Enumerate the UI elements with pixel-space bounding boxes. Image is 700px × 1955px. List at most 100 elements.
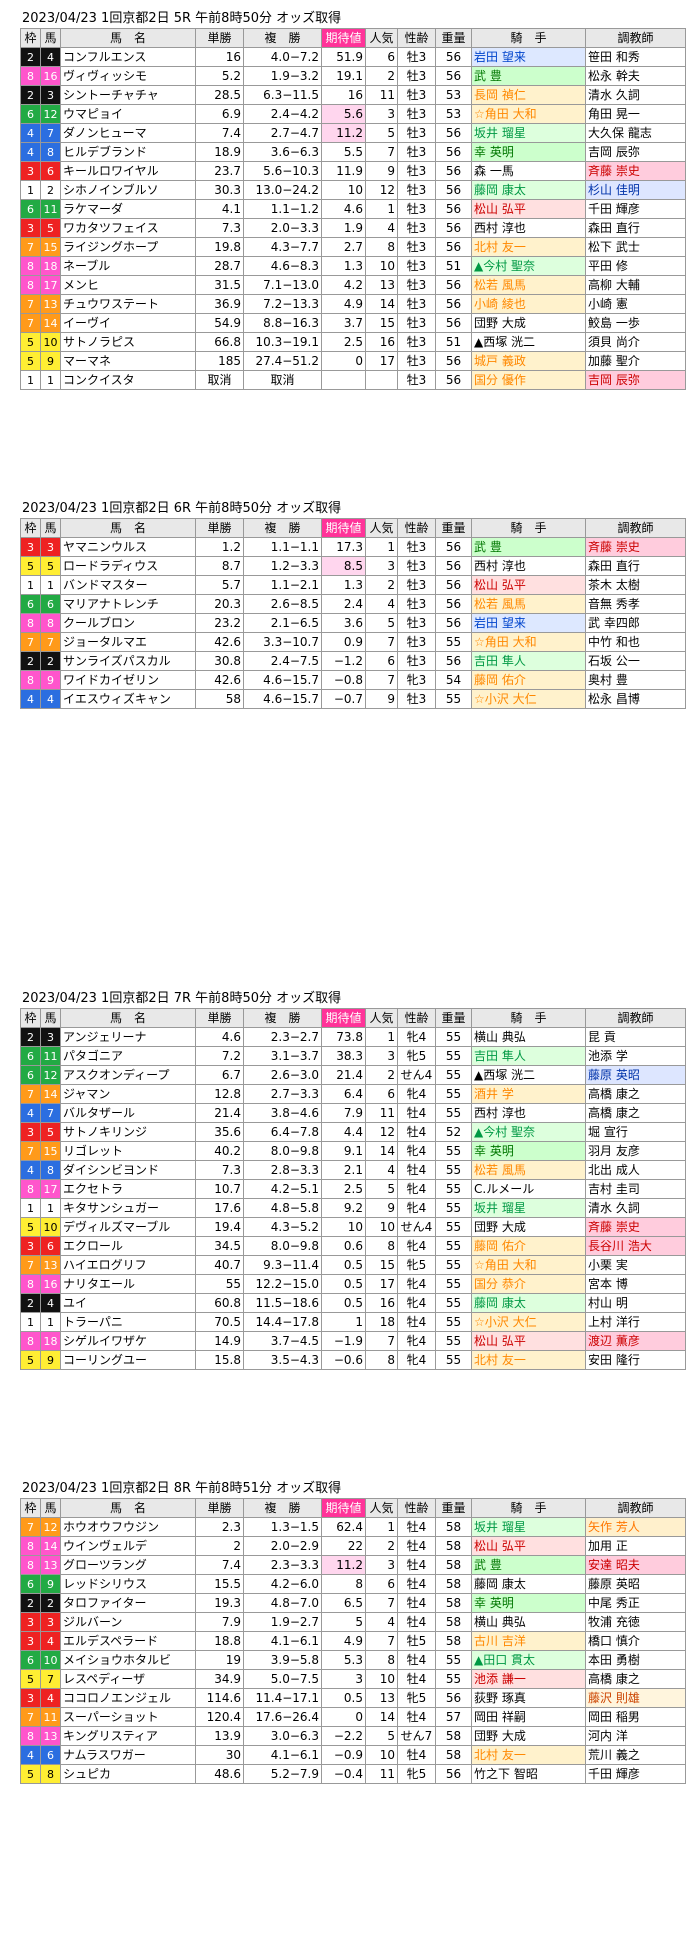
sex-age-cell: せん4 [397, 1217, 436, 1237]
table-row: 1 1 バンドマスター 5.7 1.1−2.1 1.3 2 牡3 56 松山 弘平 茶木 太樹 [20, 575, 686, 595]
sex-age-cell: 牡3 [397, 594, 436, 614]
weight-cell: 53 [435, 104, 472, 124]
horse-name-cell: デヴィルズマーブル [60, 1217, 196, 1237]
header-waku: 枠 [20, 28, 41, 48]
place-odds-cell: 6.4−7.8 [243, 1122, 322, 1142]
popularity-cell: 6 [365, 1084, 398, 1104]
waku-cell: 5 [20, 1764, 41, 1784]
sex-age-cell: 牡3 [397, 370, 436, 390]
win-odds-cell: 19.8 [195, 237, 244, 257]
horse-number-cell: 4 [40, 1631, 61, 1651]
expected-value-cell: 1 [321, 1312, 366, 1332]
place-odds-cell: 4.6−15.7 [243, 670, 322, 690]
trainer-cell: 宮本 博 [585, 1274, 686, 1294]
win-odds-cell: 5.2 [195, 66, 244, 86]
sex-age-cell: 牡3 [397, 199, 436, 219]
race-title: 2023/04/23 1回京都2日 7R 午前8時50分 オッズ取得 [22, 991, 342, 1006]
horse-number-cell: 14 [40, 1084, 61, 1104]
popularity-cell: 4 [365, 1160, 398, 1180]
waku-cell: 5 [20, 1217, 41, 1237]
trainer-cell: 吉岡 辰弥 [585, 142, 686, 162]
sex-age-cell: 牡4 [397, 1312, 436, 1332]
jockey-cell: 松山 弘平 [471, 1331, 586, 1351]
waku-cell: 8 [20, 1555, 41, 1575]
race-title: 2023/04/23 1回京都2日 8R 午前8時51分 オッズ取得 [22, 1481, 342, 1496]
horse-number-cell: 18 [40, 256, 61, 276]
trainer-cell: 笹田 和秀 [585, 47, 686, 67]
waku-cell: 8 [20, 1179, 41, 1199]
sex-age-cell: 牡3 [397, 104, 436, 124]
win-odds-cell: 42.6 [195, 632, 244, 652]
waku-cell: 3 [20, 1688, 41, 1708]
waku-cell: 7 [20, 237, 41, 257]
table-row: 4 7 バルタザール 21.4 3.8−4.6 7.9 11 牡4 55 西村 淳也 高橋 康之 [20, 1103, 686, 1123]
jockey-cell: C.ルメール [471, 1179, 586, 1199]
expected-value-cell: 5.3 [321, 1650, 366, 1670]
waku-cell: 5 [20, 351, 41, 371]
horse-number-cell: 16 [40, 66, 61, 86]
trainer-cell: 清水 久詞 [585, 85, 686, 105]
sex-age-cell: 牝4 [397, 1198, 436, 1218]
trainer-cell: 清水 久詞 [585, 1198, 686, 1218]
waku-cell: 4 [20, 689, 41, 709]
popularity-cell: 14 [365, 1707, 398, 1727]
horse-number-cell: 1 [40, 575, 61, 595]
place-odds-cell: 4.8−7.0 [243, 1593, 322, 1613]
horse-number-cell: 4 [40, 1688, 61, 1708]
trainer-cell: 橋口 慎介 [585, 1631, 686, 1651]
horse-name-cell: キールロワイヤル [60, 161, 196, 181]
place-odds-cell: 2.3−2.7 [243, 1027, 322, 1047]
table-row: 5 10 サトノラピス 66.8 10.3−19.1 2.5 16 牡3 51 ▲西塚 洸二 須貝 … [20, 332, 686, 352]
weight-cell: 55 [435, 1255, 472, 1275]
weight-cell: 56 [435, 294, 472, 314]
place-odds-cell: 3.0−6.3 [243, 1726, 322, 1746]
expected-value-cell: 1.3 [321, 575, 366, 595]
expected-value-cell: −1.9 [321, 1331, 366, 1351]
jockey-cell: 吉田 隼人 [471, 651, 586, 671]
header-trainer: 調教師 [585, 1008, 686, 1028]
place-odds-cell: 3.7−4.5 [243, 1331, 322, 1351]
win-odds-cell: 17.6 [195, 1198, 244, 1218]
expected-value-cell: 17.3 [321, 537, 366, 557]
table-header: 枠馬馬 名単勝複 勝期待値 人気 性齢 重量騎 手調教師 [20, 518, 686, 538]
trainer-cell: 岡田 稲男 [585, 1707, 686, 1727]
place-odds-cell: 8.0−9.8 [243, 1141, 322, 1161]
weight-cell: 58 [435, 1745, 472, 1765]
horse-number-cell: 7 [40, 632, 61, 652]
weight-cell: 58 [435, 1517, 472, 1537]
sex-age-cell: 牡3 [397, 332, 436, 352]
table-body: 7 12 ホウオウフウジン 2.3 1.3−1.5 62.4 1 牡4 58 坂井 瑠星 矢作 芳人… [20, 1517, 686, 1784]
header-row: 枠馬馬 名単勝複 勝期待値 人気 性齢 重量騎 手調教師 [20, 1498, 686, 1518]
jockey-cell: ☆角田 大和 [471, 632, 586, 652]
sex-age-cell: 牝4 [397, 1236, 436, 1256]
place-odds-cell: 2.0−3.3 [243, 218, 322, 238]
waku-cell: 3 [20, 1122, 41, 1142]
table-row: 8 16 ヴィヴィッシモ 5.2 1.9−3.2 19.1 2 牡3 56 武 豊松永 幹夫 [20, 66, 686, 86]
horse-name-cell: ライジングホープ [60, 237, 196, 257]
horse-number-cell: 3 [40, 1027, 61, 1047]
jockey-cell: ☆小沢 大仁 [471, 1312, 586, 1332]
popularity-cell: 11 [365, 85, 398, 105]
horse-name-cell: パタゴニア [60, 1046, 196, 1066]
popularity-cell: 1 [365, 199, 398, 219]
waku-cell: 7 [20, 294, 41, 314]
horse-number-cell: 2 [40, 180, 61, 200]
jockey-cell: 松若 風馬 [471, 1160, 586, 1180]
horse-name-cell: サトノラピス [60, 332, 196, 352]
jockey-cell: 団野 大成 [471, 1726, 586, 1746]
win-odds-cell: 取消 [195, 370, 244, 390]
jockey-cell: 西村 淳也 [471, 556, 586, 576]
table-row: 1 2 シホノインブルソ 30.3 13.0−24.2 10 12 牡3 56 藤岡 康太 杉山 佳… [20, 180, 686, 200]
trainer-cell: 茶木 太樹 [585, 575, 686, 595]
horse-name-cell: バンドマスター [60, 575, 196, 595]
waku-cell: 1 [20, 1198, 41, 1218]
trainer-cell: 千田 輝彦 [585, 199, 686, 219]
table-row: 8 16 ナリタエール 55 12.2−15.0 0.5 17 牝4 55 国分 恭介 宮本 博 [20, 1274, 686, 1294]
horse-name-cell: ヤマニンウルス [60, 537, 196, 557]
weight-cell: 56 [435, 575, 472, 595]
popularity-cell: 11 [365, 1764, 398, 1784]
waku-cell: 8 [20, 66, 41, 86]
header-row: 枠馬馬 名単勝複 勝期待値 人気 性齢 重量騎 手調教師 [20, 28, 686, 48]
trainer-cell: 昆 貢 [585, 1027, 686, 1047]
weight-cell: 56 [435, 47, 472, 67]
